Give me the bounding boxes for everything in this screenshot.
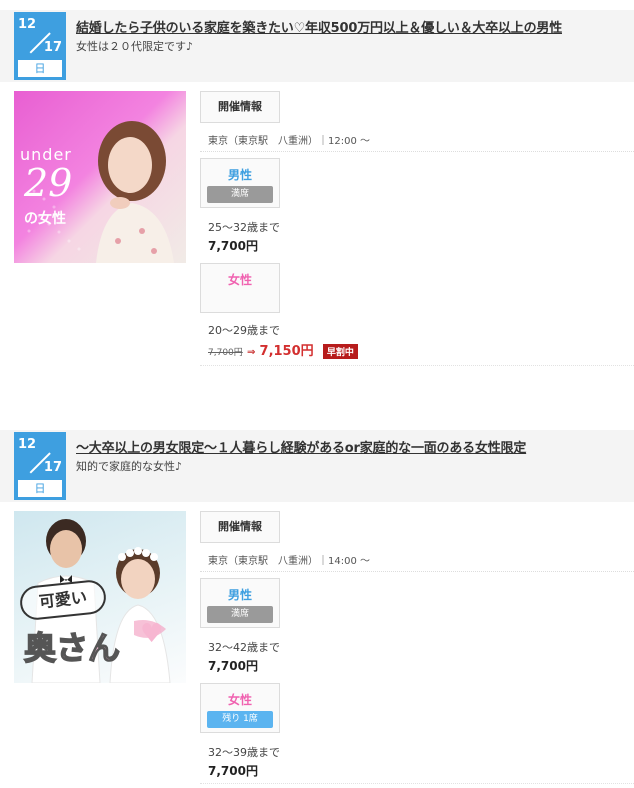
event-card: 12 17 日 結婚したら子供のいる家庭を築きたい♡年収500万円以上＆優しい＆… (0, 10, 634, 366)
discount-price: 7,150円 (259, 344, 314, 359)
date-badge: 12 17 日 (14, 432, 66, 500)
male-age-range: 32～42歳まで (208, 641, 280, 654)
date-badge: 12 17 日 (14, 12, 66, 80)
male-age-range: 25～32歳まで (208, 221, 280, 234)
event-thumbnail[interactable]: 可愛い 奥さん ♥ (14, 511, 186, 683)
male-label: 男性 (227, 588, 252, 602)
event-subtitle: 知的で家庭的な女性♪ (76, 460, 183, 473)
event-subtitle: 女性は２０代限定です♪ (76, 40, 194, 53)
divider (200, 151, 634, 152)
heart-icon: ♥ (140, 619, 164, 649)
event-header: 12 17 日 結婚したら子供のいる家庭を築きたい♡年収500万円以上＆優しい＆… (0, 10, 634, 82)
female-age-range: 32～39歳まで (208, 746, 280, 759)
male-price: 7,700円 (208, 659, 258, 673)
event-title-link[interactable]: ～大卒以上の男女限定～１人暮らし経験があるor家庭的な一面のある女性限定 (76, 437, 526, 456)
event-thumbnail[interactable]: under 29 の女性 (14, 91, 186, 263)
thumb-text-women: の女性 (24, 211, 66, 227)
date-day: 17 (43, 40, 62, 55)
price-arrow: ⇒ (246, 347, 256, 358)
divider (200, 571, 634, 572)
female-age-range: 20～29歳まで (208, 324, 280, 337)
old-price: 7,700円 (208, 348, 243, 358)
status-badge-full: 満席 (207, 186, 273, 203)
event-location: 東京（東京駅 八重洲）｜14:00 ～ (208, 556, 370, 567)
status-badge-full: 満席 (207, 606, 273, 623)
event-info-button[interactable]: 開催情報 (200, 91, 280, 123)
female-price: 7,700円 (208, 764, 258, 778)
male-box[interactable]: 男性 満席 (200, 158, 280, 208)
female-price: 7,700円 ⇒ 7,150円 早割中 (208, 340, 358, 359)
event-info-button[interactable]: 開催情報 (200, 511, 280, 543)
date-weekday: 日 (18, 480, 62, 497)
event-location: 東京（東京駅 八重洲）｜12:00 ～ (208, 136, 370, 147)
male-price: 7,700円 (208, 239, 258, 253)
early-bird-badge: 早割中 (322, 344, 358, 359)
male-label: 男性 (227, 168, 252, 182)
female-box[interactable]: 女性 (200, 263, 280, 313)
status-badge-remaining: 残り 1席 (207, 711, 273, 728)
event-header: 12 17 日 ～大卒以上の男女限定～１人暮らし経験があるor家庭的な一面のある… (0, 430, 634, 502)
date-day: 17 (43, 460, 62, 475)
event-card: 12 17 日 ～大卒以上の男女限定～１人暮らし経験があるor家庭的な一面のある… (0, 430, 634, 784)
thumb-text-wife: 奥さん (23, 628, 121, 668)
divider (200, 365, 634, 366)
date-weekday: 日 (18, 60, 62, 77)
date-month: 12 (18, 437, 37, 452)
male-box[interactable]: 男性 満席 (200, 578, 280, 628)
event-title-link[interactable]: 結婚したら子供のいる家庭を築きたい♡年収500万円以上＆優しい＆大卒以上の男性 (76, 17, 562, 36)
female-label: 女性 (227, 273, 252, 287)
thumb-text-number: 29 (24, 161, 73, 205)
female-label: 女性 (227, 693, 252, 707)
date-month: 12 (18, 17, 37, 32)
female-box[interactable]: 女性 残り 1席 (200, 683, 280, 733)
divider (200, 783, 634, 784)
